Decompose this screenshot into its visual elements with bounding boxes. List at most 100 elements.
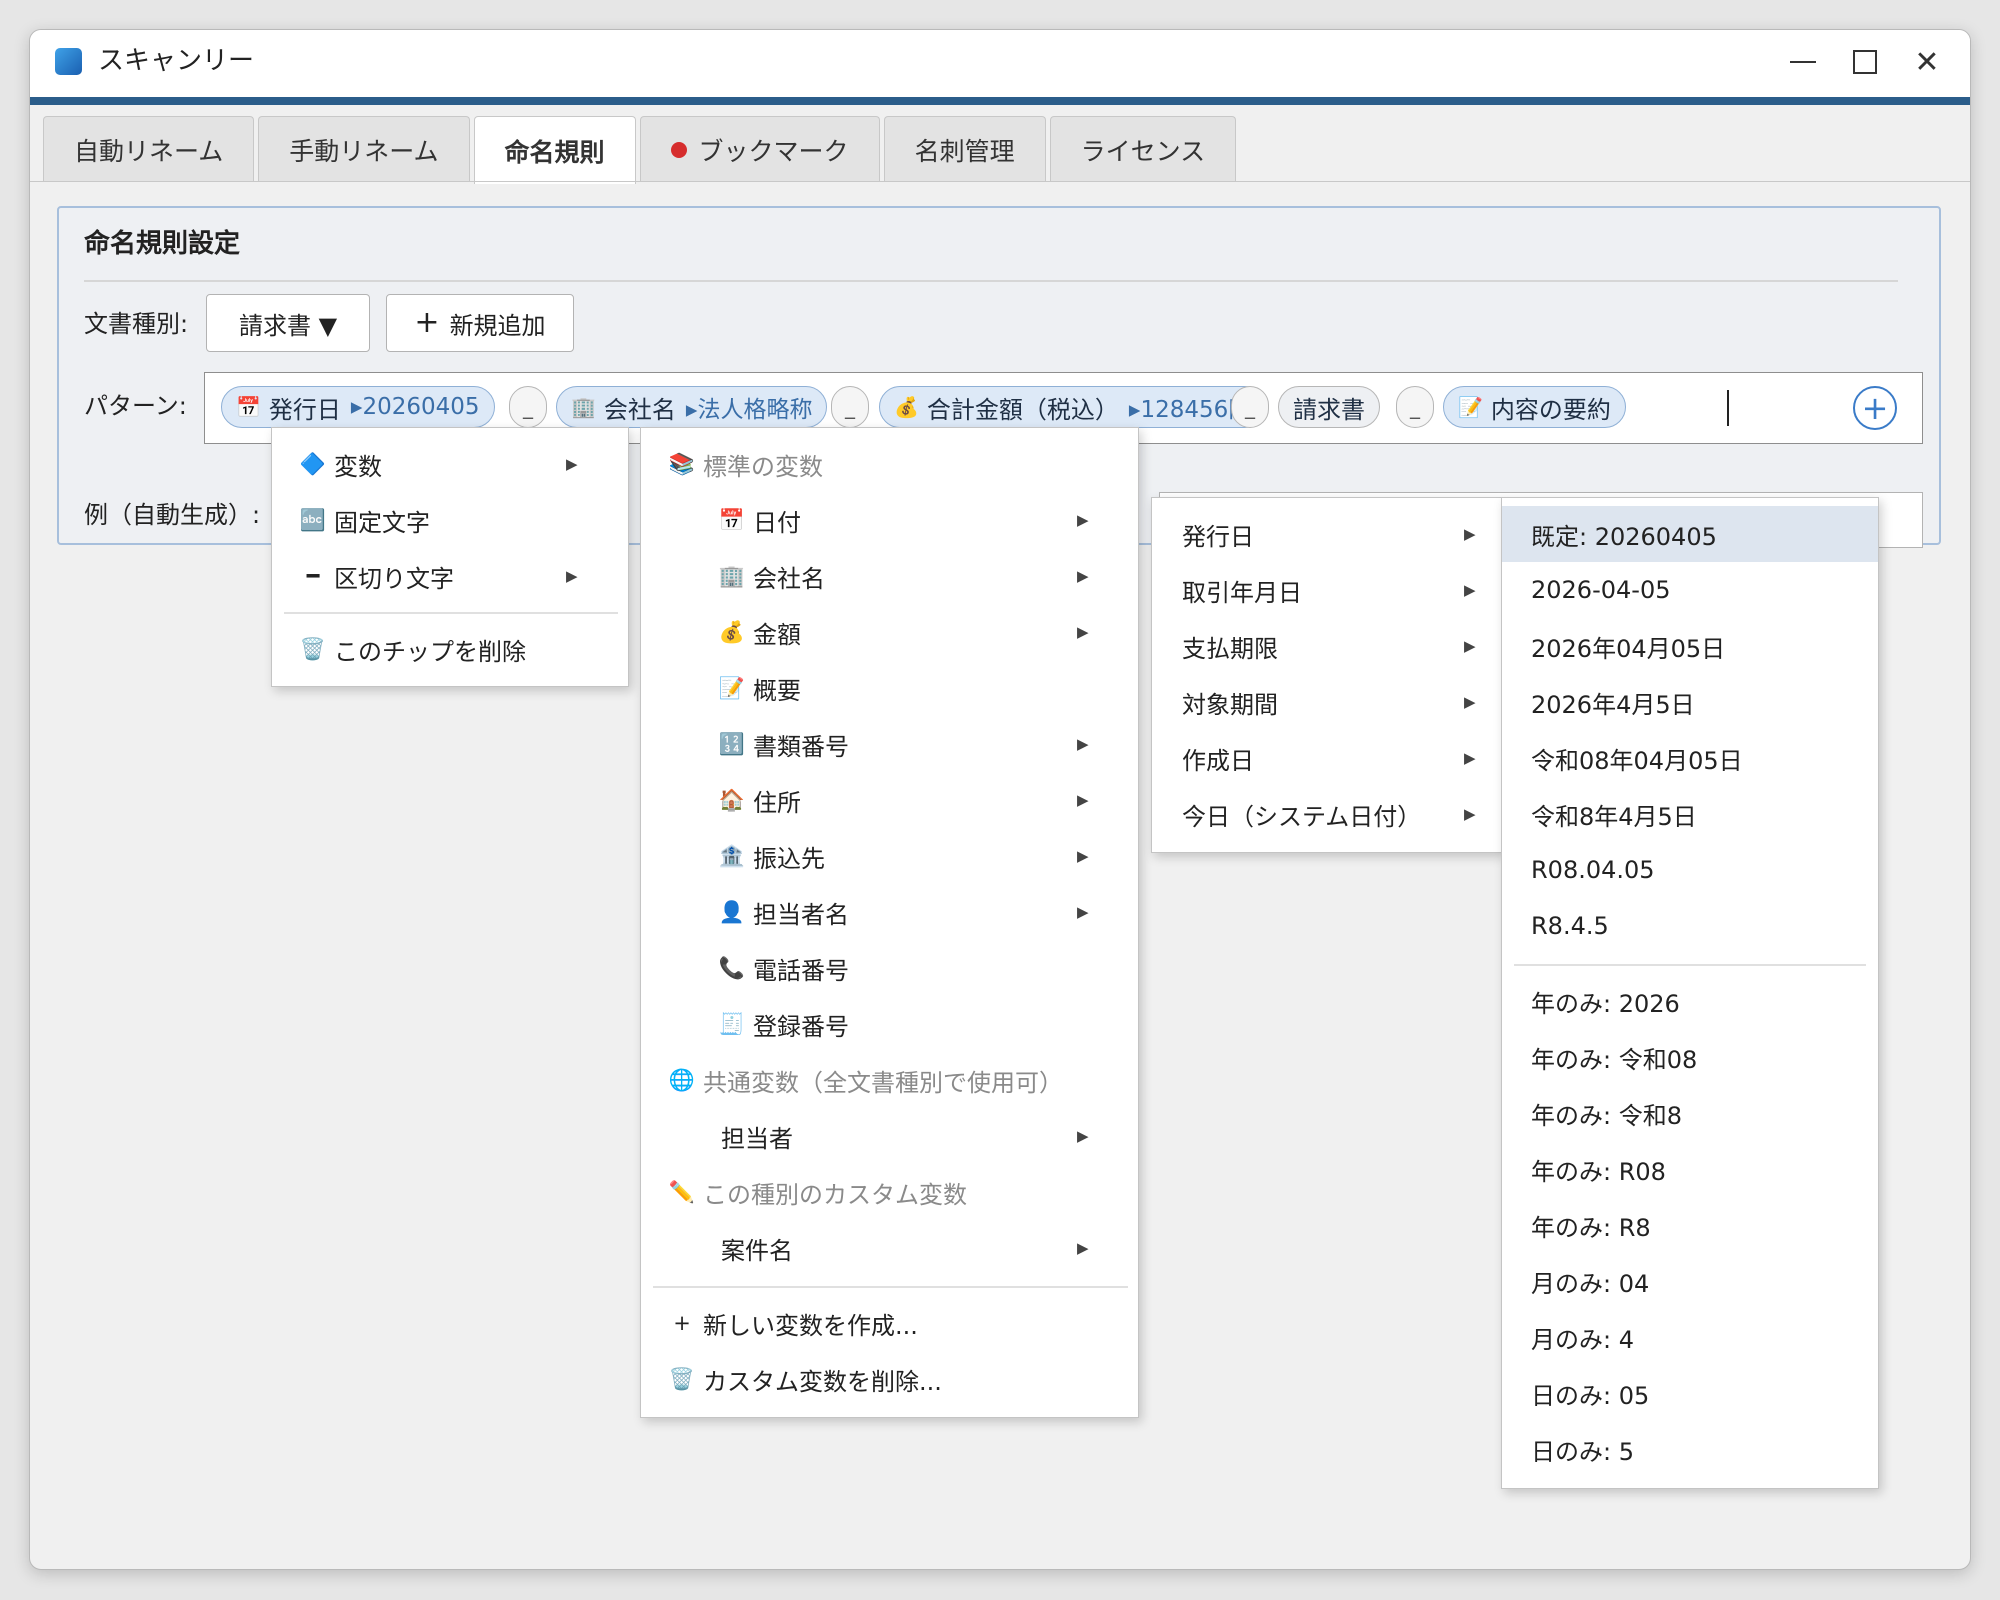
doc-type-label: 文書種別: [84,310,189,338]
chip-content-summary[interactable]: 📝 内容の要約 [1443,386,1626,428]
submenu-arrow-icon: ▶ [566,567,578,585]
menu-item-person[interactable]: 👤 担当者名 ▶ [641,884,1138,940]
example-label: 例（自動生成）: [84,501,261,529]
chip-separator[interactable]: _ [831,386,869,428]
menu-header-custom: ✏️ この種別のカスタム変数 [668,1179,967,1209]
menu-item-delete-chip[interactable]: 🗑️ このチップを削除 [272,621,628,677]
variables-menu: 📚 標準の変数 📅 日付 ▶ 🏢 会社名 ▶ 💰 金額 ▶ 📝 概要 🔢 書類番号 ▶ 🏠 住所 ▶ 🏦… [640,427,1139,1418]
menu-item-summary[interactable]: 📝 概要 [641,660,1138,716]
menu-item-format[interactable]: R08.04.05 [1502,842,1878,898]
building-icon: 🏢 [718,563,746,588]
numbers-icon: 🔢 [718,731,746,756]
globe-icon: 🌐 [668,1067,696,1092]
menu-header-common: 🌐 共通変数（全文書種別で使用可） [668,1067,1063,1097]
menu-item-variable[interactable]: 🔷 変数 ▶ [272,436,628,492]
menu-item-bank[interactable]: 🏦 振込先 ▶ [641,828,1138,884]
menu-item-today[interactable]: 今日（システム日付） ▶ [1152,786,1502,842]
tab-business-cards[interactable]: 名刺管理 [883,116,1046,182]
minimize-button[interactable] [1778,40,1828,84]
accent-bar [30,97,1970,105]
menu-item-format-part[interactable]: 年のみ: R08 [1502,1141,1878,1197]
menu-item-format[interactable]: R8.4.5 [1502,898,1878,954]
submenu-arrow-icon: ▶ [1464,637,1476,655]
plus-icon: + [414,305,440,340]
tab-license[interactable]: ライセンス [1049,116,1237,182]
menu-item-format-part[interactable]: 年のみ: R8 [1502,1197,1878,1253]
memo-icon: 📝 [1458,395,1483,419]
submenu-arrow-icon: ▶ [1077,903,1089,921]
menu-item-format-default[interactable]: 既定: 20260405 [1502,506,1878,562]
date-fields-menu: 発行日 ▶ 取引年月日 ▶ 支払期限 ▶ 対象期間 ▶ 作成日 ▶ 今日（システム日付） ▶ [1151,497,1503,853]
menu-item-created-date[interactable]: 作成日 ▶ [1152,730,1502,786]
menu-divider [284,612,618,614]
menu-item-project-name[interactable]: 案件名 ▶ [641,1220,1138,1276]
menu-item-doc-number[interactable]: 🔢 書類番号 ▶ [641,716,1138,772]
chip-separator[interactable]: _ [1231,386,1269,428]
tab-manual-rename[interactable]: 手動リネーム [258,116,470,182]
submenu-arrow-icon: ▶ [1077,1127,1089,1145]
chip-fixed-text[interactable]: 請求書 [1278,386,1380,428]
add-chip-button[interactable]: + [1853,386,1897,430]
abc-icon: 🔤 [299,507,327,532]
menu-divider [653,1286,1128,1288]
menu-item-common-person[interactable]: 担当者 ▶ [641,1108,1138,1164]
window-title: スキャンリー [98,46,255,76]
submenu-arrow-icon: ▶ [1077,567,1089,585]
tab-bookmarks[interactable]: ブックマーク [639,116,880,182]
menu-item-separator[interactable]: ━ 区切り文字 ▶ [272,548,628,604]
menu-item-issue-date[interactable]: 発行日 ▶ [1152,506,1502,562]
menu-item-registration[interactable]: 🧾 登録番号 [641,996,1138,1052]
submenu-arrow-icon: ▶ [566,455,578,473]
chip-separator[interactable]: _ [509,386,547,428]
menu-item-format-part[interactable]: 日のみ: 5 [1502,1421,1878,1477]
menu-item-format[interactable]: 2026年4月5日 [1502,674,1878,730]
menu-item-format-part[interactable]: 月のみ: 04 [1502,1253,1878,1309]
trash-icon: 🗑️ [668,1366,696,1391]
menu-item-format[interactable]: 令和08年04月05日 [1502,730,1878,786]
title-bar: スキャンリー ✕ [30,30,1970,97]
menu-item-format-part[interactable]: 年のみ: 令和8 [1502,1085,1878,1141]
chip-issue-date[interactable]: 📅 発行日 ▸20260405 [221,386,495,428]
menu-item-due-date[interactable]: 支払期限 ▶ [1152,618,1502,674]
menu-item-fixed-text[interactable]: 🔤 固定文字 [272,492,628,548]
chip-total-amount[interactable]: 💰 合計金額（税込） ▸128456円 [879,386,1267,428]
blue-diamond-icon: 🔷 [299,451,327,476]
menu-item-format[interactable]: 令和8年4月5日 [1502,786,1878,842]
menu-item-date[interactable]: 📅 日付 ▶ [641,492,1138,548]
dash-icon: ━ [306,564,320,588]
chip-separator[interactable]: _ [1396,386,1434,428]
chip-value: ▸法人格略称 [685,397,813,423]
menu-item-format[interactable]: 2026-04-05 [1502,562,1878,618]
menu-item-company[interactable]: 🏢 会社名 ▶ [641,548,1138,604]
calendar-icon: 📅 [718,507,746,532]
maximize-button[interactable] [1840,40,1890,84]
person-icon: 👤 [718,899,746,924]
menu-item-address[interactable]: 🏠 住所 ▶ [641,772,1138,828]
menu-item-format-part[interactable]: 年のみ: 令和08 [1502,1029,1878,1085]
date-format-menu: 既定: 20260405 2026-04-05 2026年04月05日 2026… [1501,497,1879,1489]
menu-item-format-part[interactable]: 日のみ: 05 [1502,1365,1878,1421]
memo-icon: 📝 [718,675,746,700]
menu-item-target-period[interactable]: 対象期間 ▶ [1152,674,1502,730]
submenu-arrow-icon: ▶ [1077,1239,1089,1257]
trash-icon: 🗑️ [299,636,327,661]
chip-company-name[interactable]: 🏢 会社名 ▸法人格略称 [556,386,828,428]
tab-auto-rename[interactable]: 自動リネーム [43,116,255,182]
add-new-button[interactable]: + 新規追加 [386,294,574,352]
doc-type-dropdown[interactable]: 請求書 ▼ [206,294,370,352]
close-button[interactable]: ✕ [1902,40,1952,84]
menu-item-format-part[interactable]: 年のみ: 2026 [1502,973,1878,1029]
panel-divider [84,280,1898,282]
menu-item-delete-custom[interactable]: 🗑️ カスタム変数を削除... [641,1351,1138,1407]
tab-naming-rules[interactable]: 命名規則 [473,116,636,184]
menu-item-transaction-date[interactable]: 取引年月日 ▶ [1152,562,1502,618]
house-icon: 🏠 [718,787,746,812]
menu-item-amount[interactable]: 💰 金額 ▶ [641,604,1138,660]
books-icon: 📚 [668,451,696,476]
menu-item-create-variable[interactable]: + 新しい変数を作成... [641,1295,1138,1351]
menu-item-format[interactable]: 2026年04月05日 [1502,618,1878,674]
menu-item-phone[interactable]: 📞 電話番号 [641,940,1138,996]
app-icon [55,48,82,75]
submenu-arrow-icon: ▶ [1077,791,1089,809]
menu-item-format-part[interactable]: 月のみ: 4 [1502,1309,1878,1365]
